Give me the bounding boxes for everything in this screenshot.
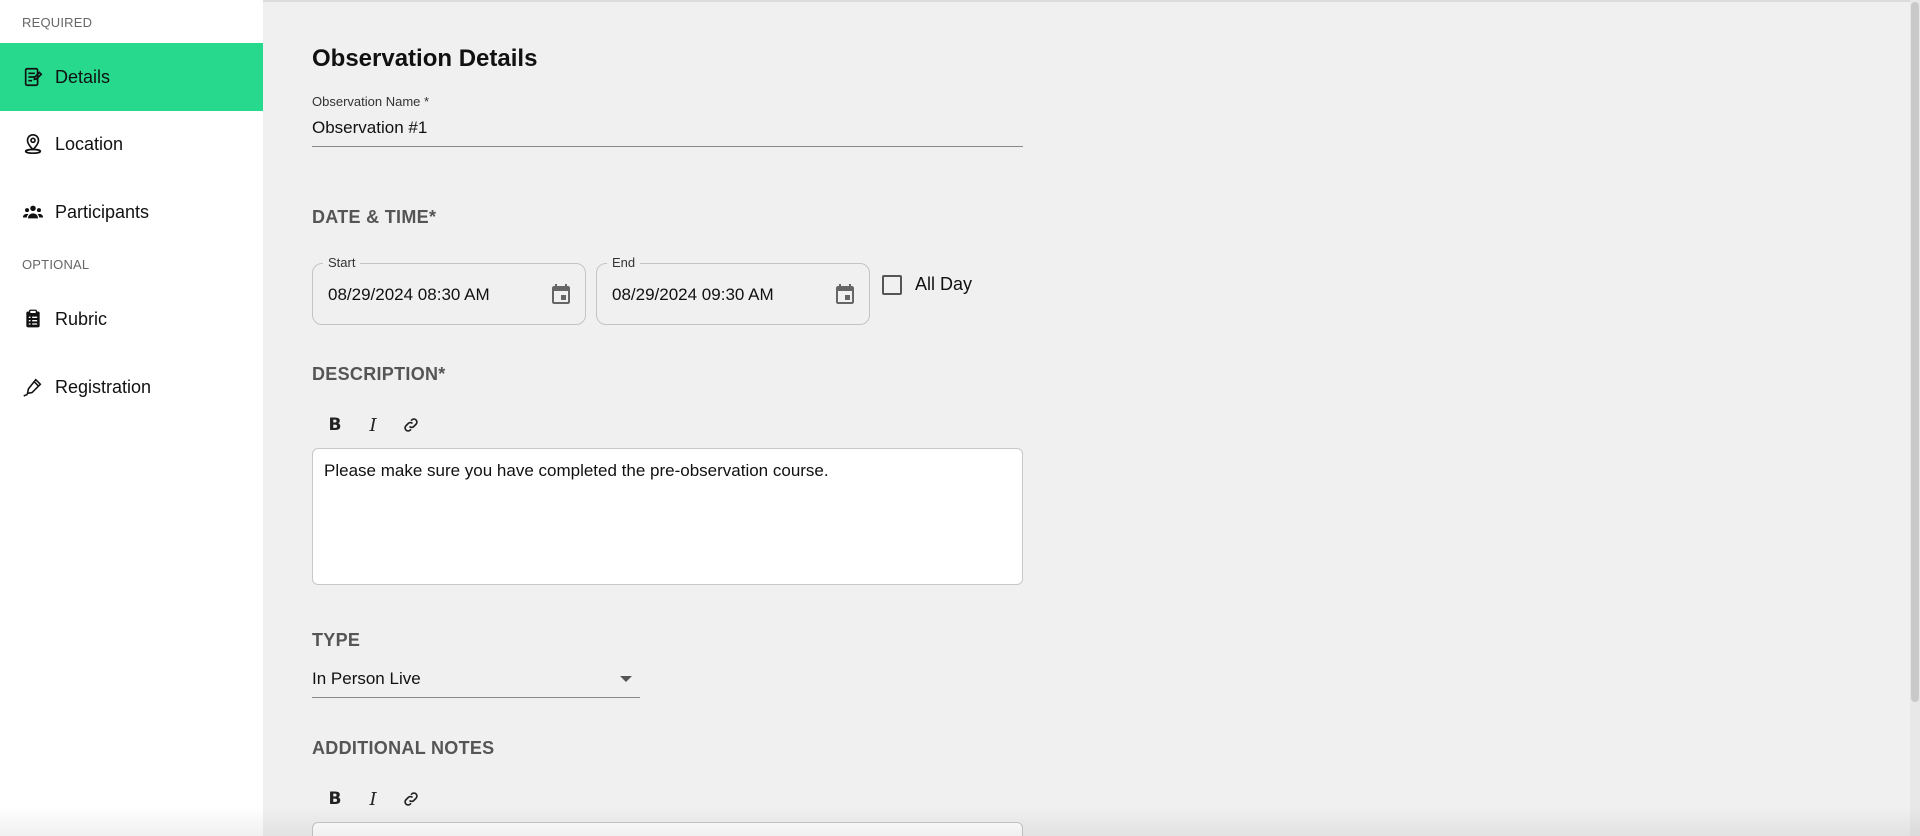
sidebar: REQUIRED Details Location Participants O… — [0, 0, 263, 836]
sidebar-item-label: Registration — [55, 376, 152, 397]
italic-button[interactable]: I — [358, 410, 388, 440]
scrollbar[interactable] — [1910, 0, 1920, 836]
all-day-label: All Day — [915, 274, 973, 294]
link-icon — [404, 792, 418, 806]
section-label-required: REQUIRED — [22, 15, 93, 30]
start-date-legend: Start — [323, 255, 361, 270]
sidebar-item-registration[interactable]: Registration — [0, 353, 263, 421]
notes-icon — [21, 65, 45, 89]
sidebar-item-label: Rubric — [55, 308, 108, 329]
end-date-field[interactable]: End 08/29/2024 09:30 AM — [596, 255, 870, 325]
page-title: Observation Details — [312, 45, 538, 72]
end-date-legend: End — [607, 255, 641, 270]
link-icon — [404, 418, 418, 432]
type-select-underline — [312, 697, 640, 698]
description-editor[interactable]: Please make sure you have completed the … — [312, 448, 1023, 585]
end-date-value[interactable]: 08/29/2024 09:30 AM — [612, 285, 774, 305]
sidebar-item-label: Location — [55, 133, 124, 154]
scrollbar-thumb[interactable] — [1911, 2, 1919, 702]
calendar-icon[interactable] — [549, 282, 573, 306]
start-date-value[interactable]: 08/29/2024 08:30 AM — [328, 285, 490, 305]
sidebar-item-location[interactable]: Location — [0, 110, 263, 178]
observation-name-underline — [312, 146, 1023, 147]
link-button[interactable] — [388, 410, 434, 440]
calendar-icon[interactable] — [833, 282, 857, 306]
clipboard-icon — [21, 307, 45, 331]
sidebar-item-details[interactable]: Details — [0, 43, 263, 111]
notes-toolbar: B I — [312, 784, 434, 814]
group-icon — [21, 200, 45, 224]
bold-button[interactable]: B — [312, 784, 358, 814]
datetime-heading: DATE & TIME* — [312, 207, 437, 227]
italic-button[interactable]: I — [358, 784, 388, 814]
description-toolbar: B I — [312, 410, 434, 440]
type-select[interactable]: In Person Live — [312, 666, 640, 698]
all-day-checkbox[interactable] — [882, 275, 902, 295]
location-pin-icon — [21, 132, 45, 156]
bold-button[interactable]: B — [312, 410, 358, 440]
observation-name-label: Observation Name * — [312, 94, 430, 109]
additional-notes-heading: ADDITIONAL NOTES — [312, 738, 495, 758]
sidebar-item-label: Participants — [55, 201, 150, 222]
chevron-down-icon — [620, 676, 632, 682]
notes-editor[interactable] — [312, 822, 1023, 836]
sidebar-item-label: Details — [55, 66, 111, 87]
start-date-field[interactable]: Start 08/29/2024 08:30 AM — [312, 255, 586, 325]
type-select-value: In Person Live — [312, 669, 421, 688]
sidebar-item-rubric[interactable]: Rubric — [0, 285, 263, 353]
type-heading: TYPE — [312, 630, 361, 650]
sidebar-item-participants[interactable]: Participants — [0, 178, 263, 246]
link-button[interactable] — [388, 784, 434, 814]
observation-name-input[interactable]: Observation #1 — [312, 118, 427, 138]
description-heading: DESCRIPTION* — [312, 364, 446, 384]
main-content: Observation Details Observation Name * O… — [263, 0, 1910, 836]
pen-signature-icon — [21, 375, 45, 399]
section-label-optional: OPTIONAL — [22, 257, 90, 272]
